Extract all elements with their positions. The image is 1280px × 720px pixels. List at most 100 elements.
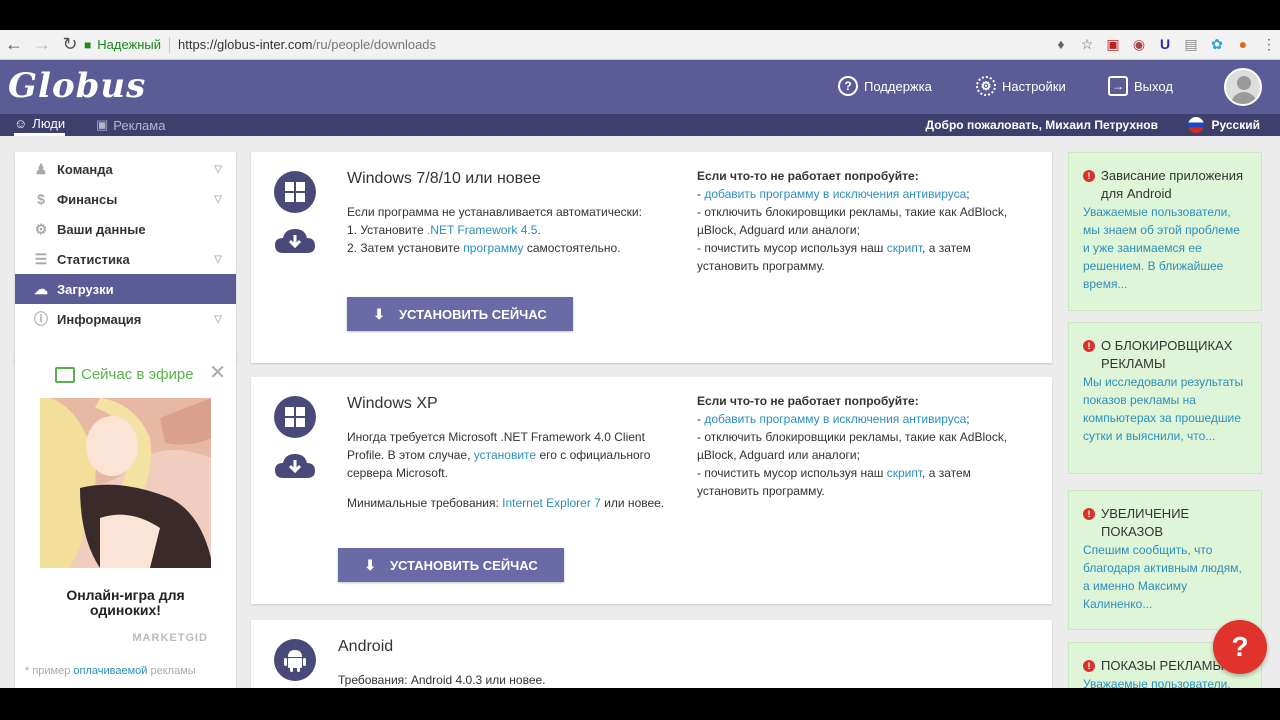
antivirus-exception-link[interactable]: добавить программу в исключения антивиру… [704, 187, 966, 201]
text: Profile. В этом случае, [347, 448, 474, 462]
site-logo[interactable]: Globus [8, 66, 146, 106]
install-now-button[interactable]: ⬇ УСТАНОВИТЬ СЕЙЧАС [338, 548, 564, 582]
star-icon[interactable]: ☆ [1076, 33, 1098, 55]
ublock-icon[interactable]: U [1154, 33, 1176, 55]
secure-label: Надежный [97, 37, 162, 52]
russia-flag-icon [1187, 117, 1204, 133]
program-link[interactable]: программу [463, 241, 523, 255]
welcome-text: Добро пожаловать, Михаил Петрухнов [925, 118, 1158, 132]
instruction-line: Иногда требуется Microsoft .NET Framewor… [347, 430, 645, 444]
android-robot [284, 650, 306, 672]
dollar-icon: $ [37, 191, 45, 207]
gear-icon: ⚙ [34, 220, 48, 237]
reload-icon[interactable]: ↻ [56, 31, 84, 59]
instruction-line: Если программа не устанавливается автома… [347, 205, 642, 219]
sidebar-item-downloads[interactable]: ☁ Загрузки [15, 274, 236, 304]
news-item[interactable]: ! УВЕЛИЧЕНИЕ ПОКАЗОВ Спешим сообщить, что… [1068, 490, 1262, 630]
support-label: Поддержка [864, 78, 932, 94]
text: - почистить мусор используя наш [697, 466, 887, 480]
browser-window: ← → ↻ ■ Надежный https://globus-inter.co… [0, 30, 1280, 688]
settings-label: Настройки [1002, 78, 1066, 94]
text: 1. Установите [347, 223, 427, 237]
card-instructions: Иногда требуется Microsoft .NET Framewor… [347, 428, 687, 512]
internet-explorer-link[interactable]: Internet Explorer 7 [502, 496, 601, 510]
sidebar-item-label: Информация [57, 311, 142, 327]
script-link[interactable]: скрипт [887, 466, 922, 480]
extensions-bar: ♦ ☆ ▣ ◉ U ▤ ✿ ● ⋮ [1050, 33, 1280, 55]
card-instructions: Если программа не устанавливается автома… [347, 203, 687, 257]
close-icon[interactable]: ✕ [209, 360, 226, 385]
language-selector[interactable]: Русский [1187, 117, 1261, 133]
ad-note: * пример оплачиваемой рекламы [25, 665, 196, 677]
extension-icon[interactable]: ▤ [1180, 33, 1202, 55]
sidebar-item-team[interactable]: ♟ Команда ▽ [15, 154, 236, 184]
news-item[interactable]: ! О БЛОКИРОВЩИКАХ РЕКЛАМЫ Мы исследовали … [1068, 322, 1262, 474]
sidebar-item-info[interactable]: ⓘ Информация ▽ [15, 304, 236, 334]
tab-ads[interactable]: ▣ Реклама [96, 114, 165, 136]
question-icon: ? [838, 76, 858, 96]
sidebar-item-statistics[interactable]: ☰ Статистика ▽ [15, 244, 236, 274]
windows-icon [274, 171, 316, 213]
extension-icon[interactable]: ● [1232, 33, 1254, 55]
lock-icon: ■ [84, 37, 92, 52]
news-body[interactable]: Уважаемые пользователи, [1083, 675, 1249, 688]
ad-heading: Сейчас в эфире [55, 366, 194, 383]
ad-note-prefix: * пример [25, 665, 74, 677]
text: его с официального [536, 448, 651, 462]
sidebar-item-your-data[interactable]: ⚙ Ваши данные [15, 214, 236, 244]
sidebar-item-finance[interactable]: $ Финансы ▽ [15, 184, 236, 214]
logout-link[interactable]: → Выход [1108, 76, 1173, 96]
logout-label: Выход [1134, 78, 1173, 94]
tab-people[interactable]: ☺ Люди [14, 114, 66, 136]
script-link[interactable]: скрипт [887, 241, 922, 255]
chevron-down-icon: ▽ [214, 253, 222, 265]
tip-line: - почистить мусор используя наш скрипт, … [697, 239, 1027, 257]
windows-icon [274, 396, 316, 438]
address-bar[interactable]: ■ Надежный https://globus-inter.com/ru/p… [84, 33, 1080, 56]
card-title: Windows 7/8/10 или новее [347, 170, 541, 187]
install-link[interactable]: установите [474, 448, 536, 462]
url-text[interactable]: https://globus-inter.com/ru/people/downl… [178, 37, 436, 52]
ad-illustration [40, 398, 211, 568]
ad-title[interactable]: Онлайн-игра для одиноких! [15, 588, 236, 618]
download-icon: ⬇ [373, 305, 385, 322]
extension-icon[interactable]: ▣ [1102, 33, 1124, 55]
extension-icon[interactable]: ✿ [1206, 33, 1228, 55]
instruction-line: Profile. В этом случае, установите его с… [347, 446, 687, 464]
antivirus-exception-link[interactable]: добавить программу в исключения антивиру… [704, 412, 966, 426]
button-label: УСТАНОВИТЬ СЕЙЧАС [389, 557, 538, 573]
cloud-download-icon: ☁ [34, 280, 48, 297]
chevron-down-icon: ▽ [214, 313, 222, 325]
site-header: Globus ? Поддержка ⚙ Настройки → Выход [0, 60, 1280, 114]
tip-line: - добавить программу в исключения антиви… [697, 185, 1027, 203]
language-label: Русский [1211, 118, 1261, 132]
ad-image[interactable] [40, 398, 211, 568]
avatar[interactable] [1224, 68, 1262, 106]
menu-icon[interactable]: ⋮ [1258, 33, 1280, 55]
news-body[interactable]: Мы исследовали результаты показов реклам… [1083, 373, 1249, 445]
news-body[interactable]: Уважаемые пользователи, мы знаем об этой… [1083, 203, 1249, 293]
install-now-button[interactable]: ⬇ УСТАНОВИТЬ СЕЙЧАС [347, 297, 573, 331]
extension-icon[interactable]: ◉ [1128, 33, 1150, 55]
text: или новее. [600, 496, 665, 510]
support-link[interactable]: ? Поддержка [838, 76, 932, 96]
text: самостоятельно. [523, 241, 621, 255]
settings-link[interactable]: ⚙ Настройки [976, 76, 1066, 96]
net-framework-link[interactable]: .NET Framework 4.5 [427, 223, 537, 237]
puzzle-icon[interactable]: ♦ [1050, 33, 1072, 55]
text: , а затем [922, 241, 971, 255]
forward-icon[interactable]: → [28, 31, 56, 59]
news-body[interactable]: Спешим сообщить, что благодаря активным … [1083, 541, 1249, 613]
help-button[interactable]: ? [1213, 620, 1267, 674]
ad-widget: Сейчас в эфире ✕ Онлайн-игра для одиноки… [15, 350, 236, 688]
logout-icon: → [1108, 76, 1128, 96]
tips-heading: Если что-то не работает попробуйте: [697, 169, 919, 183]
tip-line: - отключить блокировщики рекламы, такие … [697, 430, 1008, 444]
news-item[interactable]: ! Зависание приложения для Android Уважае… [1068, 152, 1262, 311]
requirements-line: Требования: Android 4.0.3 или новее. [338, 673, 546, 687]
troubleshooting-tips: Если что-то не работает попробуйте: - до… [697, 392, 1027, 500]
news-title: ! УВЕЛИЧЕНИЕ ПОКАЗОВ [1083, 505, 1249, 541]
back-icon[interactable]: ← [0, 31, 28, 59]
text: - почистить мусор используя наш [697, 241, 887, 255]
paid-ad-link[interactable]: оплачиваемой [73, 665, 147, 677]
